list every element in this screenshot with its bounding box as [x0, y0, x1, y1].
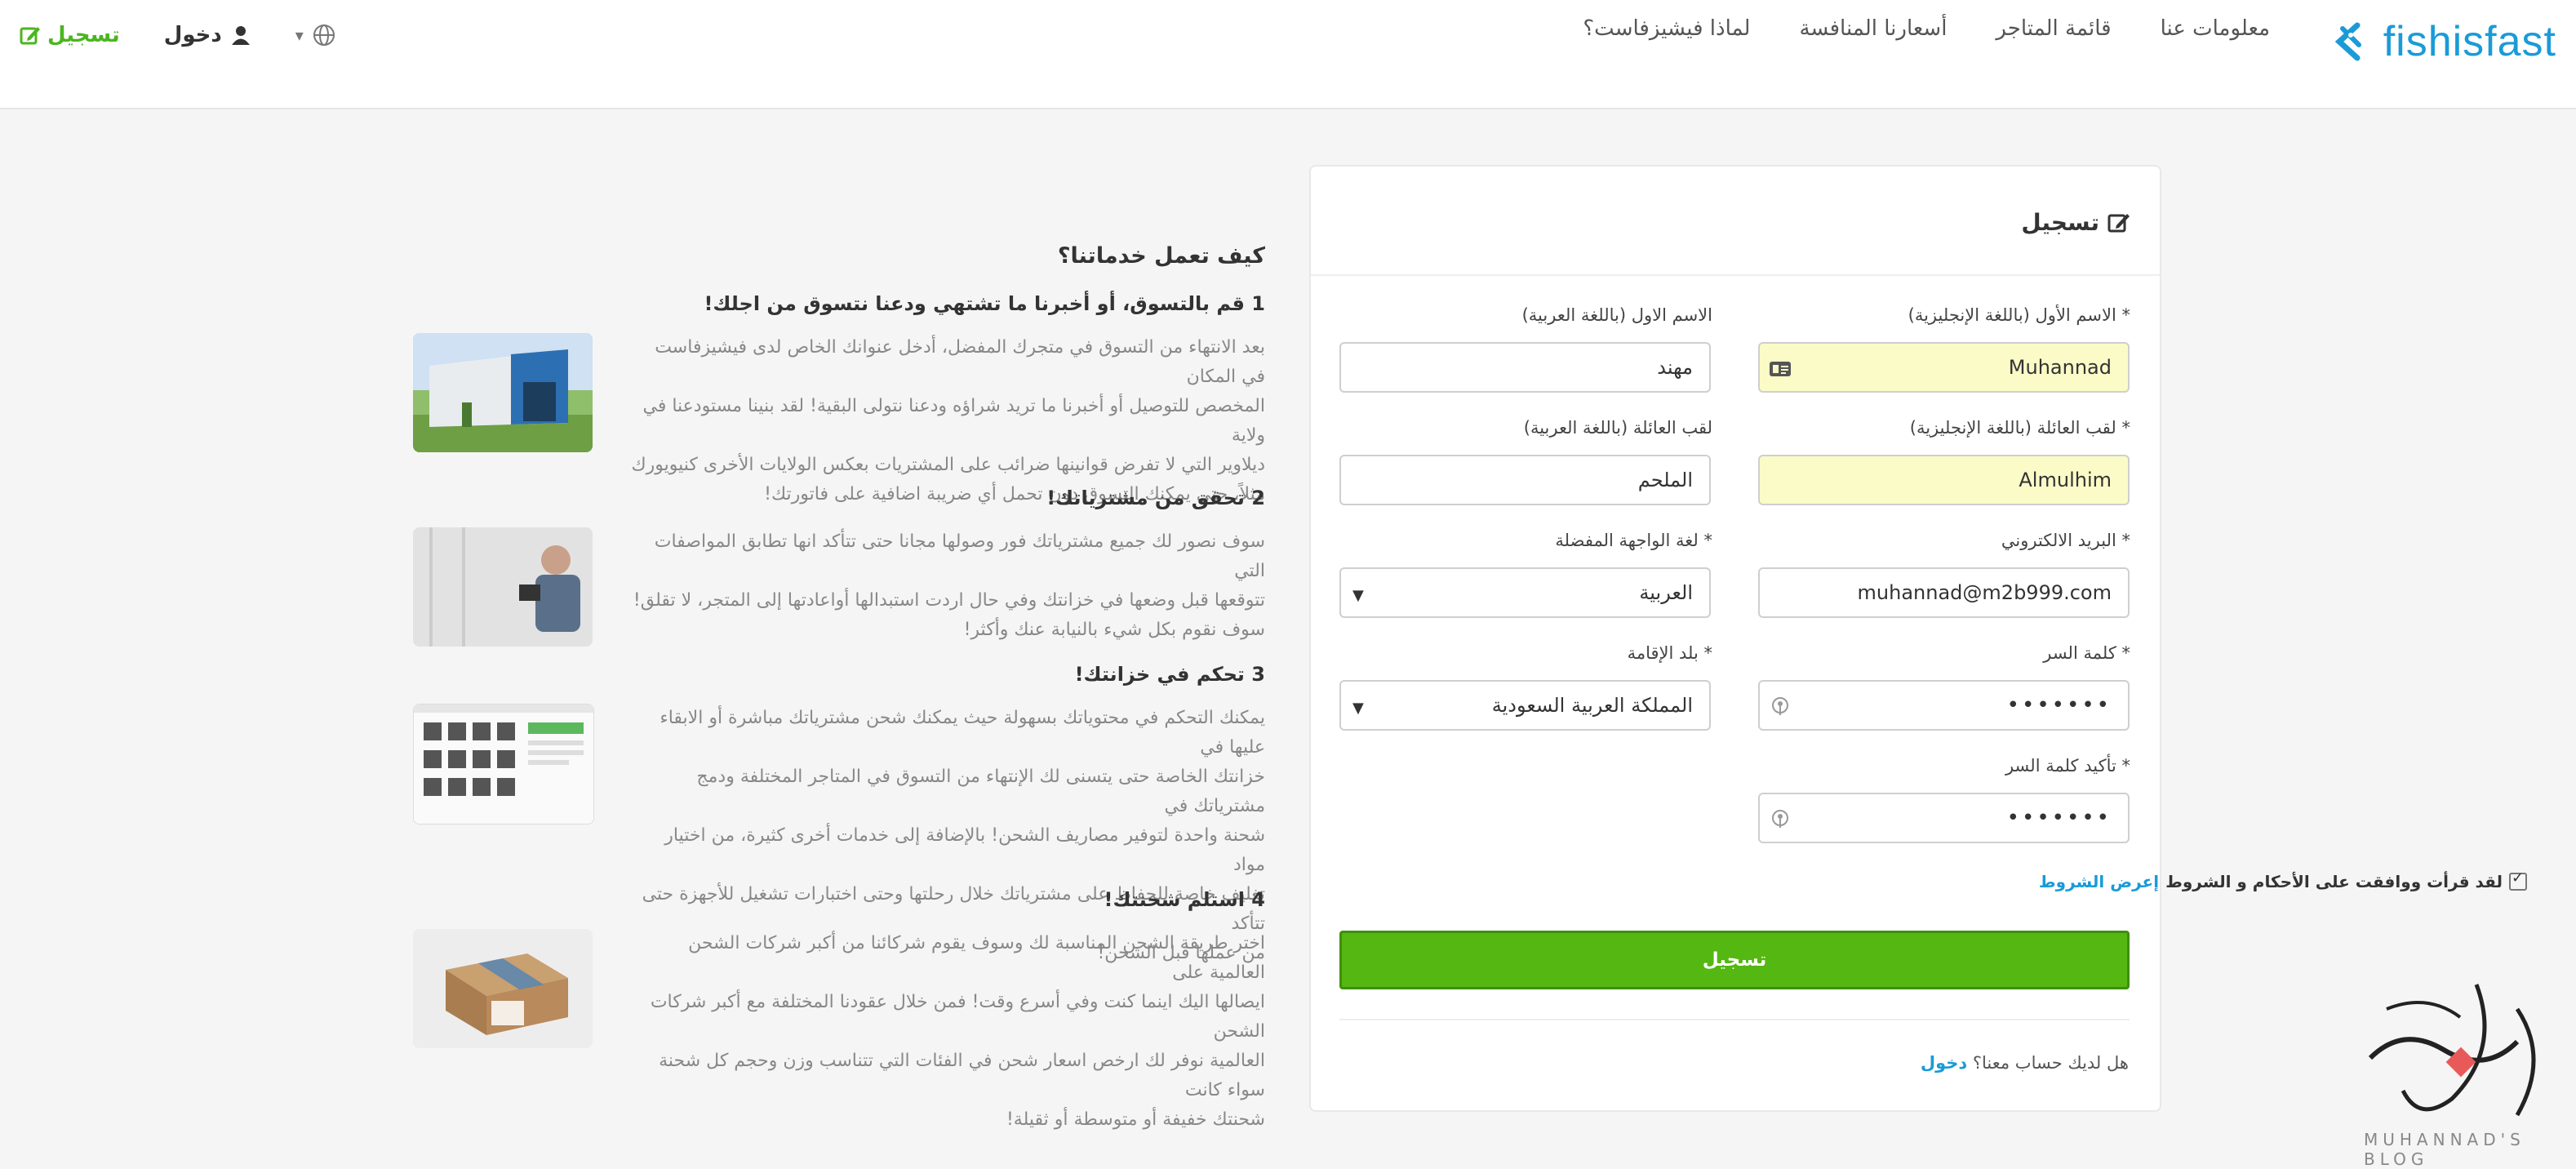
main-nav: لماذا فيشيزفاست؟ أسعارنا المنافسة قائمة … [1583, 16, 2270, 41]
password-key-icon [1772, 697, 1788, 715]
have-account-text: هل لديك حساب معنا؟ [1972, 1053, 2129, 1073]
step-1-line: بعد الانتهاء من التسوق في متجرك المفضل، … [655, 337, 1265, 387]
step-3-heading: 3 تحكم في خزانتك! [1074, 663, 1265, 686]
first-name-ar-value: مهند [1657, 356, 1693, 379]
nav-stores[interactable]: قائمة المتاجر [1996, 16, 2111, 41]
form-divider [1339, 1019, 2130, 1020]
step-4-line: العالمية نوفر لك ارخص اسعار شحن في الفئا… [659, 1051, 1265, 1100]
first-name-ar-label: الاسم الاول (باللغة العربية) [1521, 305, 1712, 325]
terms-checkbox[interactable] [2509, 869, 2527, 891]
step-4-line: اختر طريقة الشحن المناسبة لك وسوف يقوم ش… [688, 933, 1265, 983]
last-name-en-input[interactable]: Almulhim [1758, 455, 2130, 505]
blog-name: MUHANNAD'S BLOG [2364, 1130, 2525, 1169]
first-name-en-value: Muhannad [2008, 356, 2112, 379]
last-name-ar-input[interactable]: الملحم [1339, 455, 1711, 505]
country-value: المملكة العربية السعودية [1491, 694, 1693, 717]
header-login-link[interactable]: دخول [164, 23, 251, 47]
fish-logo-icon [2334, 22, 2361, 61]
step-3-line: يمكنك التحكم في محتوياتك بسهولة حيث يمكن… [660, 708, 1265, 758]
nav-about[interactable]: معلومات عنا [2161, 16, 2270, 41]
top-header: fishisfast لماذا فيشيزفاست؟ أسعارنا المن… [0, 0, 2576, 109]
select-arrow-icon: ▼ [1352, 587, 1364, 604]
last-name-ar-value: الملحم [1637, 469, 1693, 491]
header-login-label: دخول [163, 23, 222, 47]
ui-language-label: * لغة الواجهة المفضلة [1555, 531, 1712, 550]
step-2-line: سوف نقوم بكل شيء بالنيابة عنك وأكثر! [963, 620, 1265, 640]
locker-screenshot [413, 704, 594, 825]
step-4-line: شحنتك خفيفة أو متوسطة أو ثقيلة! [1006, 1109, 1265, 1130]
header-actions: تسجيل دخول ▾ [20, 23, 336, 47]
caret-down-icon: ▾ [295, 25, 304, 45]
terms-row: لقد قرأت ووافقت على الأحكام و الشروط إعر… [2039, 869, 2527, 891]
step-4-text: اختر طريقة الشحن المناسبة لك وسوف يقوم ش… [628, 929, 1265, 1135]
step-1-heading: 1 قم بالتسوق، أو أخبرنا ما تشتهي ودعنا ن… [704, 292, 1265, 315]
country-select[interactable]: المملكة العربية السعودية ▼ [1339, 680, 1711, 731]
warehouse-photo [413, 333, 593, 452]
confirm-password-input[interactable]: ••••••• [1758, 793, 2130, 843]
terms-text: لقد قرأت ووافقت على الأحكام و الشروط [2165, 872, 2503, 891]
email-value: muhannad@m2b999.com [1857, 581, 2112, 604]
step-2-line: سوف نصور لك جميع مشترياتك فور وصولها مجا… [654, 531, 1265, 581]
nav-why[interactable]: لماذا فيشيزفاست؟ [1583, 16, 1750, 41]
last-name-en-label: * لقب العائلة (باللغة الإنجليزية) [1909, 418, 2130, 438]
ui-language-value: العربية [1639, 581, 1693, 604]
card-header: تسجيل [1311, 167, 2160, 276]
country-label: * بلد الإقامة [1627, 643, 1712, 663]
brand-name: fishisfast [2383, 18, 2556, 65]
password-value: ••••••• [2006, 693, 2112, 718]
edit-icon [2107, 213, 2130, 232]
password-key-icon [1772, 810, 1788, 828]
select-arrow-icon: ▼ [1352, 700, 1364, 717]
password-input[interactable]: ••••••• [1758, 680, 2130, 731]
inspection-photo [413, 527, 593, 647]
confirm-password-label: * تأكيد كلمة السر [2005, 756, 2130, 776]
header-signup-link[interactable]: تسجيل [20, 23, 120, 47]
step-4-line: ايصالها اليك اينما كنت وفي أسرع وقت! فمن… [650, 992, 1265, 1042]
view-terms-link[interactable]: إعرض الشروط [2039, 872, 2159, 891]
confirm-password-value: ••••••• [2006, 806, 2112, 830]
brand-logo[interactable]: fishisfast [2325, 13, 2556, 70]
step-1-text: بعد الانتهاء من التسوق في متجرك المفضل، … [628, 333, 1265, 509]
form-title: تسجيل [2021, 209, 2130, 236]
first-name-en-label: * الاسم الأول (باللغة الإنجليزية) [1908, 305, 2130, 325]
ui-language-select[interactable]: العربية ▼ [1339, 567, 1711, 618]
email-input[interactable]: muhannad@m2b999.com [1758, 567, 2130, 618]
step-1-line: ديلاوير التي لا تفرض قوانينها ضرائب على … [631, 455, 1265, 475]
last-name-en-value: Almulhim [2019, 469, 2112, 491]
step-2-line: تتوقعها قبل وضعها في خزانتك وفي حال اردت… [633, 590, 1265, 611]
have-account-row: هل لديك حساب معنا؟ دخول [1921, 1053, 2129, 1073]
first-name-ar-input[interactable]: مهند [1339, 342, 1711, 393]
user-icon [231, 26, 250, 45]
first-name-en-input[interactable]: Muhannad [1758, 342, 2130, 393]
form-title-text: تسجيل [2021, 209, 2099, 236]
register-button[interactable]: تسجيل [1339, 931, 2130, 989]
step-1-line: المخصص للتوصيل أو أخبرنا ما تريد شراؤه و… [642, 396, 1265, 446]
email-label: * البريد الالكتروني [2001, 531, 2130, 550]
blog-signature-logo [2368, 984, 2536, 1117]
step-2-text: سوف نصور لك جميع مشترياتك فور وصولها مجا… [628, 527, 1265, 645]
nav-prices[interactable]: أسعارنا المنافسة [1799, 16, 1947, 41]
edit-icon [20, 27, 40, 45]
contact-card-icon [1770, 362, 1791, 376]
globe-icon [313, 24, 335, 46]
login-link[interactable]: دخول [1921, 1053, 1967, 1073]
header-signup-label: تسجيل [47, 23, 120, 47]
password-label: * كلمة السر [2043, 643, 2130, 663]
language-selector[interactable]: ▾ [295, 23, 336, 47]
step-3-line: خزانتك الخاصة حتى يتسنى لك الإنتهاء من ا… [696, 767, 1265, 816]
package-photo [413, 929, 593, 1048]
last-name-ar-label: لقب العائلة (باللغة العربية) [1523, 418, 1712, 438]
step-3-line: شحنة واحدة لتوفير مصاريف الشحن! بالإضافة… [664, 825, 1265, 875]
step-2-heading: 2 تحقق من مشترياتك! [1046, 487, 1265, 509]
step-4-heading: 4 استلم شحنتك! [1104, 888, 1265, 911]
how-it-works-title: كيف تعمل خدماتنا؟ [1057, 243, 1265, 269]
